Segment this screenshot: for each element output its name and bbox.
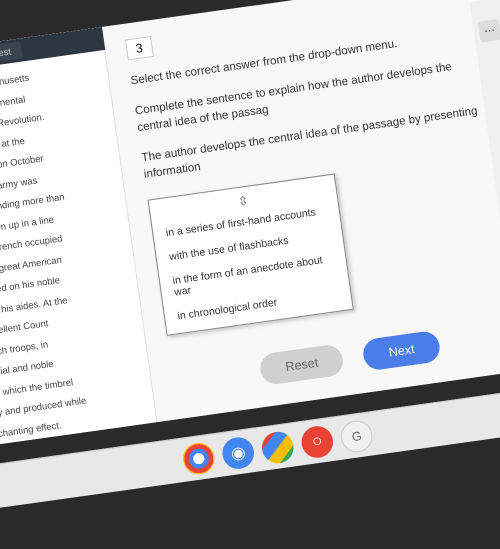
- answer-dropdown[interactable]: ⇳ in a series of first-hand accounts wit…: [147, 173, 353, 336]
- app-window: Mastery Test ⤢ orktown is a Massachusett…: [0, 0, 500, 445]
- chrome-icon[interactable]: [181, 440, 217, 476]
- button-row: Reset Next: [171, 317, 500, 398]
- question-number: 3: [125, 36, 154, 60]
- app-icon[interactable]: ○: [299, 424, 335, 460]
- app-icon[interactable]: ◉: [220, 435, 256, 471]
- question-panel: 3 Select the correct answer from the dro…: [102, 0, 500, 422]
- next-button[interactable]: Next: [362, 329, 442, 371]
- sidebar-tool-icon[interactable]: ⋯: [478, 19, 500, 43]
- reset-button[interactable]: Reset: [258, 343, 345, 386]
- content-area: ⤢ orktown is a Massachusetts in the Cont…: [0, 0, 500, 445]
- dropdown-container: ⇳ in a series of first-hand accounts wit…: [147, 150, 500, 336]
- app-icon[interactable]: G: [339, 418, 375, 454]
- app-icon[interactable]: [260, 429, 296, 465]
